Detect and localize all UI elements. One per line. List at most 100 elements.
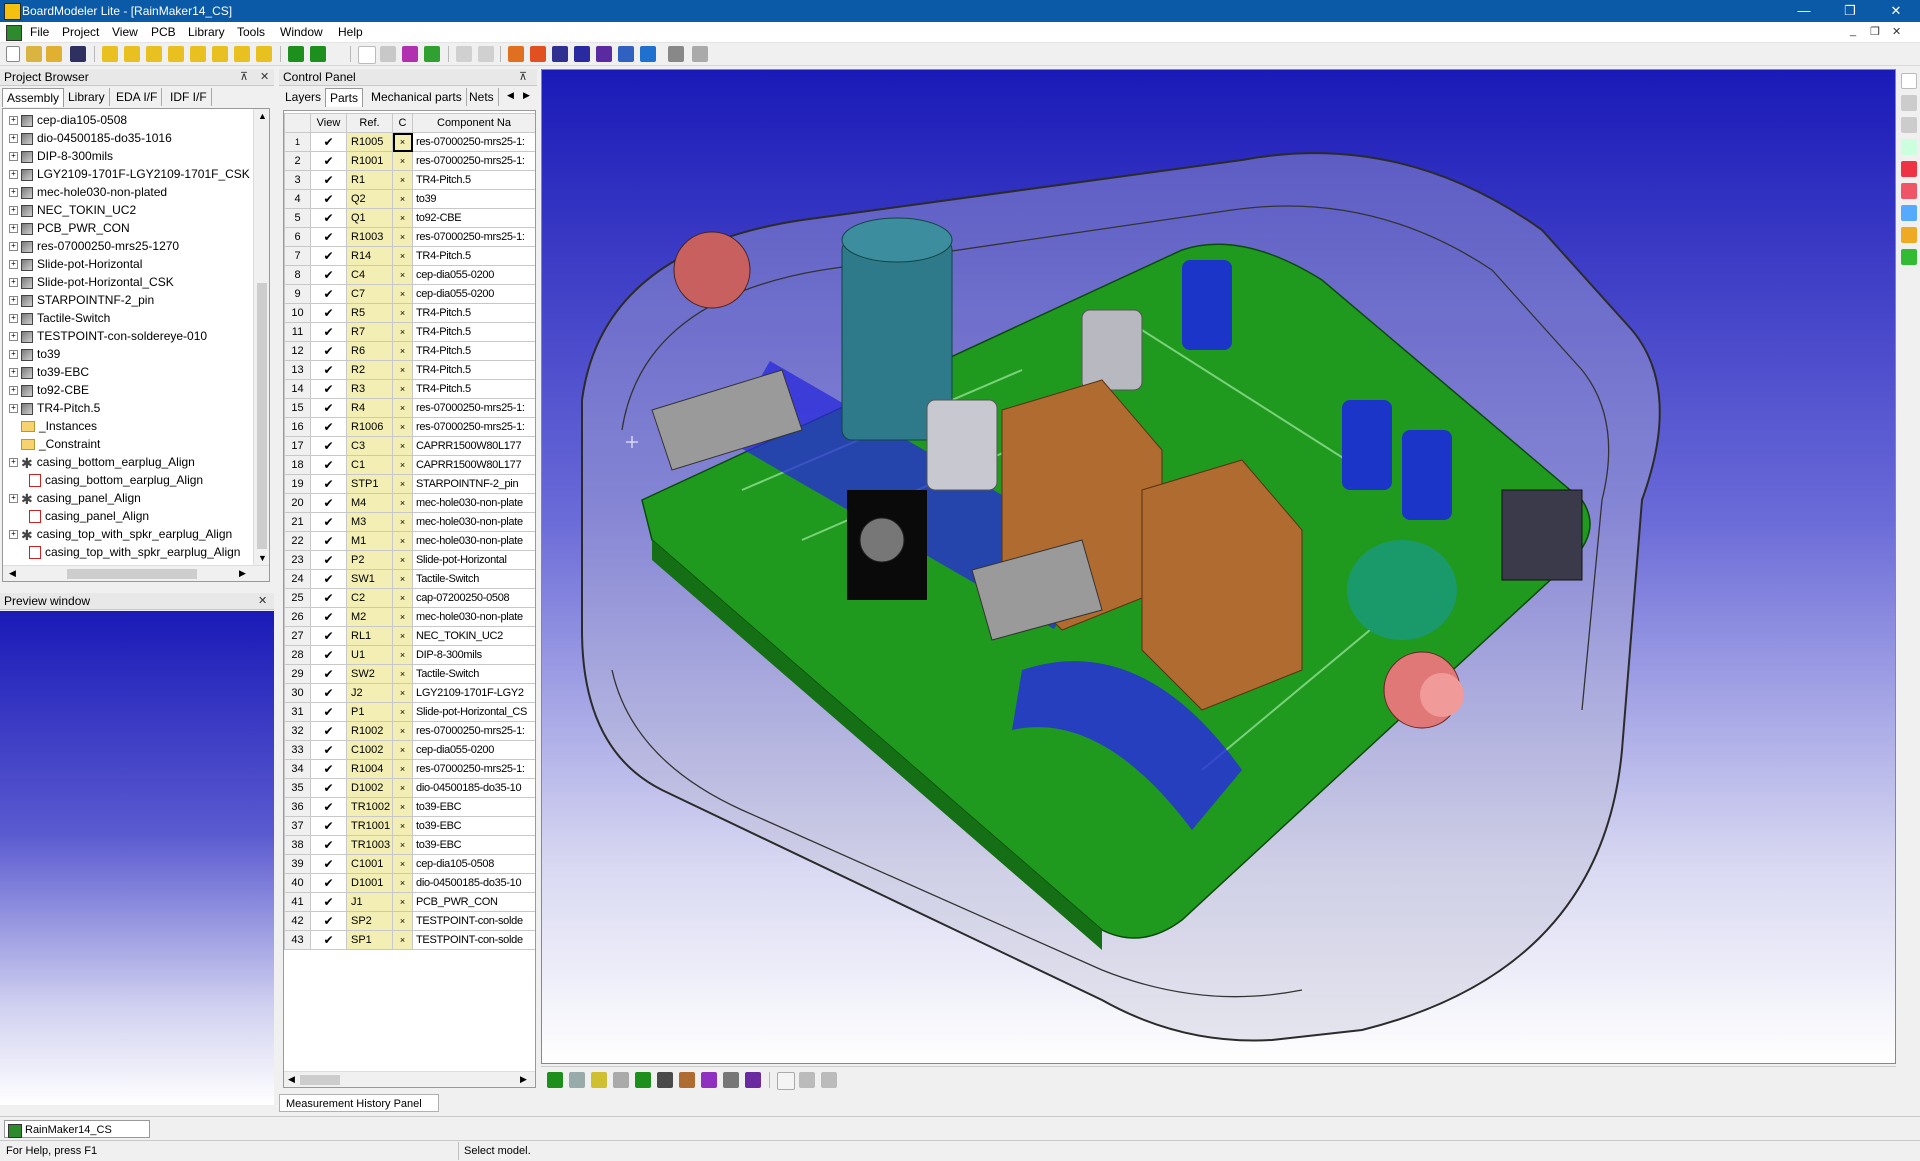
expand-icon[interactable]: + <box>9 386 18 396</box>
parts-row[interactable]: 27 ✔ RL1 × NEC_TOKIN_UC2 <box>284 626 535 646</box>
parts-row[interactable]: 41 ✔ J1 × PCB_PWR_CON <box>284 892 535 912</box>
parts-row[interactable]: 11 ✔ R7 × TR4-Pitch.5 <box>284 322 535 342</box>
view-export-icon[interactable] <box>821 1072 837 1088</box>
part-tool-3-icon[interactable] <box>146 46 162 62</box>
ref-cell[interactable]: TR1003 <box>346 835 393 855</box>
tree-item[interactable]: + TESTPOINT-con-soldereye-010 <box>9 327 207 345</box>
tree-item[interactable]: + to39-EBC <box>9 363 89 381</box>
tree-item[interactable]: casing_top_with_spkr_earplug_Align <box>29 543 240 561</box>
component-name-cell[interactable]: dio-04500185-do35-10 <box>412 778 535 798</box>
component-name-cell[interactable]: to92-CBE <box>412 208 535 228</box>
scroll-up-icon[interactable]: ▲ <box>258 111 267 121</box>
component-name-cell[interactable]: TESTPOINT-con-solde <box>412 930 535 950</box>
tree-item[interactable]: + to39 <box>9 345 60 363</box>
ref-cell[interactable]: C2 <box>346 588 393 608</box>
parts-row[interactable]: 32 ✔ R1002 × res-07000250-mrs25-1: <box>284 721 535 741</box>
ref-cell[interactable]: C4 <box>346 265 393 285</box>
view-checkbox[interactable]: ✔ <box>310 227 347 247</box>
component-name-cell[interactable]: CAPRR1500W80L177 <box>412 455 535 475</box>
component-name-cell[interactable]: DIP-8-300mils <box>412 645 535 665</box>
ref-cell[interactable]: R4 <box>346 398 393 418</box>
view-checkbox[interactable]: ✔ <box>310 702 347 722</box>
view-checkbox[interactable]: ✔ <box>310 151 347 171</box>
view-checkbox[interactable]: ✔ <box>310 835 347 855</box>
parts-horizontal-scrollbar[interactable]: ◀ ▶ <box>284 1071 535 1087</box>
ref-cell[interactable]: R1 <box>346 170 393 190</box>
view-checkbox[interactable]: ✔ <box>310 436 347 456</box>
expand-icon[interactable]: + <box>9 314 18 324</box>
parts-row[interactable]: 10 ✔ R5 × TR4-Pitch.5 <box>284 303 535 323</box>
component-name-cell[interactable]: Slide-pot-Horizontal_CS <box>412 702 535 722</box>
close-panel-icon[interactable]: ✕ <box>260 69 269 85</box>
tree-item[interactable]: + to92-CBE <box>9 381 89 399</box>
place-part-icon[interactable] <box>102 46 118 62</box>
ref-cell[interactable]: RL1 <box>346 626 393 646</box>
parts-row[interactable]: 21 ✔ M3 × mec-hole030-non-plate <box>284 512 535 532</box>
ref-cell[interactable]: R1006 <box>346 417 393 437</box>
measure-edge-icon[interactable] <box>1901 117 1917 133</box>
expand-icon[interactable]: + <box>9 404 18 414</box>
pin-icon[interactable]: ⊼ <box>240 69 248 85</box>
ref-cell[interactable]: M2 <box>346 607 393 627</box>
view-checkbox[interactable]: ✔ <box>310 873 347 893</box>
component-name-cell[interactable]: mec-hole030-non-plate <box>412 531 535 551</box>
view-checkbox[interactable]: ✔ <box>310 759 347 779</box>
view-checkbox[interactable]: ✔ <box>310 550 347 570</box>
copy-icon[interactable] <box>456 46 472 62</box>
column-header-c[interactable]: C <box>392 113 413 133</box>
maximize-button[interactable]: ❐ <box>1830 0 1870 22</box>
expand-icon[interactable]: + <box>9 116 18 126</box>
measurement-history-tab[interactable]: Measurement History Panel <box>279 1094 439 1112</box>
component-name-cell[interactable]: res-07000250-mrs25-1: <box>412 417 535 437</box>
parts-row[interactable]: 30 ✔ J2 × LGY2109-1701F-LGY2 <box>284 683 535 703</box>
menu-library[interactable]: Library <box>188 25 225 39</box>
menu-view[interactable]: View <box>112 25 138 39</box>
component-name-cell[interactable]: TR4-Pitch.5 <box>412 322 535 342</box>
component-name-cell[interactable]: mec-hole030-non-plate <box>412 607 535 627</box>
menu-help[interactable]: Help <box>338 25 363 39</box>
ref-cell[interactable]: P1 <box>346 702 393 722</box>
view-pads-icon[interactable] <box>613 1072 629 1088</box>
part-tool-2-icon[interactable] <box>124 46 140 62</box>
component-name-cell[interactable]: dio-04500185-do35-10 <box>412 873 535 893</box>
zoom-icon[interactable] <box>618 46 634 62</box>
tree-item[interactable]: _Instances <box>9 417 97 435</box>
parts-row[interactable]: 12 ✔ R6 × TR4-Pitch.5 <box>284 341 535 361</box>
view-checkbox[interactable]: ✔ <box>310 892 347 912</box>
tree-item[interactable]: + PCB_PWR_CON <box>9 219 130 237</box>
view-checkbox[interactable]: ✔ <box>310 341 347 361</box>
view-checkbox[interactable]: ✔ <box>310 569 347 589</box>
parts-row[interactable]: 38 ✔ TR1003 × to39-EBC <box>284 835 535 855</box>
scroll-thumb[interactable] <box>67 569 197 579</box>
ref-cell[interactable]: R1004 <box>346 759 393 779</box>
tree-item[interactable]: + NEC_TOKIN_UC2 <box>9 201 136 219</box>
parts-row[interactable]: 19 ✔ STP1 × STARPOINTNF-2_pin <box>284 474 535 494</box>
view-top-layer-icon[interactable] <box>547 1072 563 1088</box>
ref-cell[interactable]: R2 <box>346 360 393 380</box>
tab-mechanical-parts[interactable]: Mechanical parts <box>367 88 467 106</box>
parts-row[interactable]: 16 ✔ R1006 × res-07000250-mrs25-1: <box>284 417 535 437</box>
ref-cell[interactable]: C1001 <box>346 854 393 874</box>
ref-cell[interactable]: M1 <box>346 531 393 551</box>
ref-cell[interactable]: C1 <box>346 455 393 475</box>
view-checkbox[interactable]: ✔ <box>310 474 347 494</box>
rotate-icon[interactable] <box>508 46 524 62</box>
view-render-icon[interactable] <box>745 1072 761 1088</box>
parts-row[interactable]: 42 ✔ SP2 × TESTPOINT-con-solde <box>284 911 535 931</box>
tree-item[interactable]: + Slide-pot-Horizontal_CSK <box>9 273 174 291</box>
measure-height-icon[interactable] <box>1901 227 1917 243</box>
component-name-cell[interactable]: to39 <box>412 189 535 209</box>
view-checkbox[interactable]: ✔ <box>310 208 347 228</box>
scroll-thumb[interactable] <box>300 1075 340 1085</box>
parts-row[interactable]: 6 ✔ R1003 × res-07000250-mrs25-1: <box>284 227 535 247</box>
component-name-cell[interactable]: TR4-Pitch.5 <box>412 170 535 190</box>
paste-icon[interactable] <box>478 46 494 62</box>
parts-row[interactable]: 14 ✔ R3 × TR4-Pitch.5 <box>284 379 535 399</box>
view-checkbox[interactable]: ✔ <box>310 740 347 760</box>
zoom-fit-icon[interactable] <box>574 46 590 62</box>
parts-row[interactable]: 39 ✔ C1001 × cep-dia105-0508 <box>284 854 535 874</box>
scroll-left-icon[interactable]: ◀ <box>288 1074 295 1085</box>
view-checkbox[interactable]: ✔ <box>310 797 347 817</box>
component-name-cell[interactable]: cep-dia055-0200 <box>412 265 535 285</box>
view-checkbox[interactable]: ✔ <box>310 398 347 418</box>
